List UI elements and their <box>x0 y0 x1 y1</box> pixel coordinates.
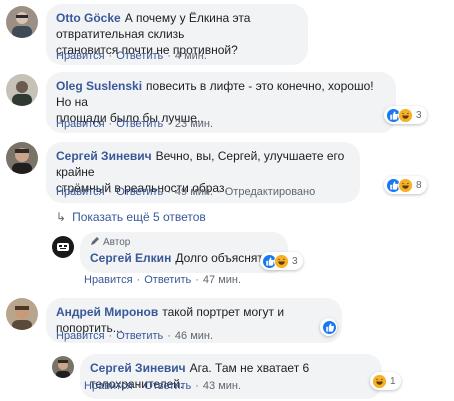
comment-bubble: Сергей Зиневич Ага. Там не хватает 6 тело… <box>80 354 382 399</box>
comment-author[interactable]: Сергей Елкин <box>90 251 171 265</box>
comment-actions: Нравится · Ответить · 4 мин. <box>56 50 207 62</box>
comment-actions: Нравится · Ответить · 23 мин. <box>56 118 214 130</box>
reply-button[interactable]: Ответить <box>116 118 163 130</box>
avatar[interactable] <box>6 6 38 38</box>
reactions-number: 3 <box>292 255 298 267</box>
reply-button[interactable]: Ответить <box>144 380 191 392</box>
avatar[interactable] <box>52 356 74 378</box>
reply-button[interactable]: Ответить <box>116 186 163 198</box>
comment-author[interactable]: Oleg Suslenski <box>56 79 142 93</box>
comment-author[interactable]: Otto Göcke <box>56 11 121 25</box>
haha-reaction-icon <box>274 253 289 269</box>
like-button[interactable]: Нравится <box>84 274 133 286</box>
avatar[interactable] <box>6 142 38 174</box>
comment-author[interactable]: Сергей Зиневич <box>56 149 152 163</box>
like-button[interactable]: Нравится <box>56 118 105 130</box>
reactions-number: 1 <box>390 375 396 387</box>
like-button[interactable]: Нравится <box>56 330 105 342</box>
comment-author[interactable]: Сергей Зиневич <box>90 361 186 375</box>
show-more-replies-label: Показать ещё 5 ответов <box>72 210 206 224</box>
reactions-count[interactable]: 3 <box>260 252 303 270</box>
like-button[interactable]: Нравится <box>56 186 105 198</box>
reactions-number: 3 <box>416 109 422 121</box>
haha-reaction-icon <box>398 107 413 123</box>
reactions-count[interactable]: 3 <box>384 106 427 124</box>
reply-button[interactable]: Ответить <box>144 274 191 286</box>
reactions-number: 8 <box>416 179 422 191</box>
avatar[interactable] <box>6 74 38 106</box>
comment-actions: Нравится · Ответить · 49 мин. · Отредактирован… <box>56 186 316 198</box>
comment-actions: Нравится · Ответить · 47 мин. <box>84 274 242 286</box>
reactions-count[interactable] <box>320 318 337 336</box>
reply-button[interactable]: Ответить <box>116 330 163 342</box>
reply-arrow-icon: ↳ <box>56 210 67 224</box>
pencil-icon <box>91 237 99 245</box>
timestamp[interactable]: 47 мин. <box>203 274 241 286</box>
haha-reaction-icon <box>372 373 387 389</box>
show-more-replies-link[interactable]: ↳ Показать ещё 5 ответов <box>56 210 206 224</box>
avatar[interactable] <box>6 298 38 330</box>
reactions-count[interactable]: 8 <box>384 176 427 194</box>
haha-reaction-icon <box>398 177 413 193</box>
like-button[interactable]: Нравится <box>84 380 133 392</box>
comment-actions: Нравится · Ответить · 46 мин. <box>56 330 214 342</box>
comment-actions: Нравится · Ответить · 43 мин. <box>84 380 242 392</box>
edited-label[interactable]: Отредактировано <box>225 186 316 198</box>
comment-author[interactable]: Андрей Миронов <box>56 305 158 319</box>
like-button[interactable]: Нравится <box>56 50 105 62</box>
timestamp[interactable]: 46 мин. <box>175 330 213 342</box>
reply-button[interactable]: Ответить <box>116 50 163 62</box>
timestamp[interactable]: 23 мин. <box>175 118 213 130</box>
author-badge: Автор <box>90 236 278 249</box>
avatar[interactable] <box>52 236 74 258</box>
comment-bubble: Автор Сергей Елкин Долго объяснять. <box>80 232 288 273</box>
reactions-count[interactable]: 1 <box>370 372 401 390</box>
timestamp[interactable]: 43 мин. <box>203 380 241 392</box>
like-reaction-icon <box>322 319 337 335</box>
timestamp[interactable]: 4 мин. <box>175 50 207 62</box>
comment-text: Долго объяснять. <box>175 251 273 265</box>
timestamp[interactable]: 49 мин. <box>175 186 213 198</box>
